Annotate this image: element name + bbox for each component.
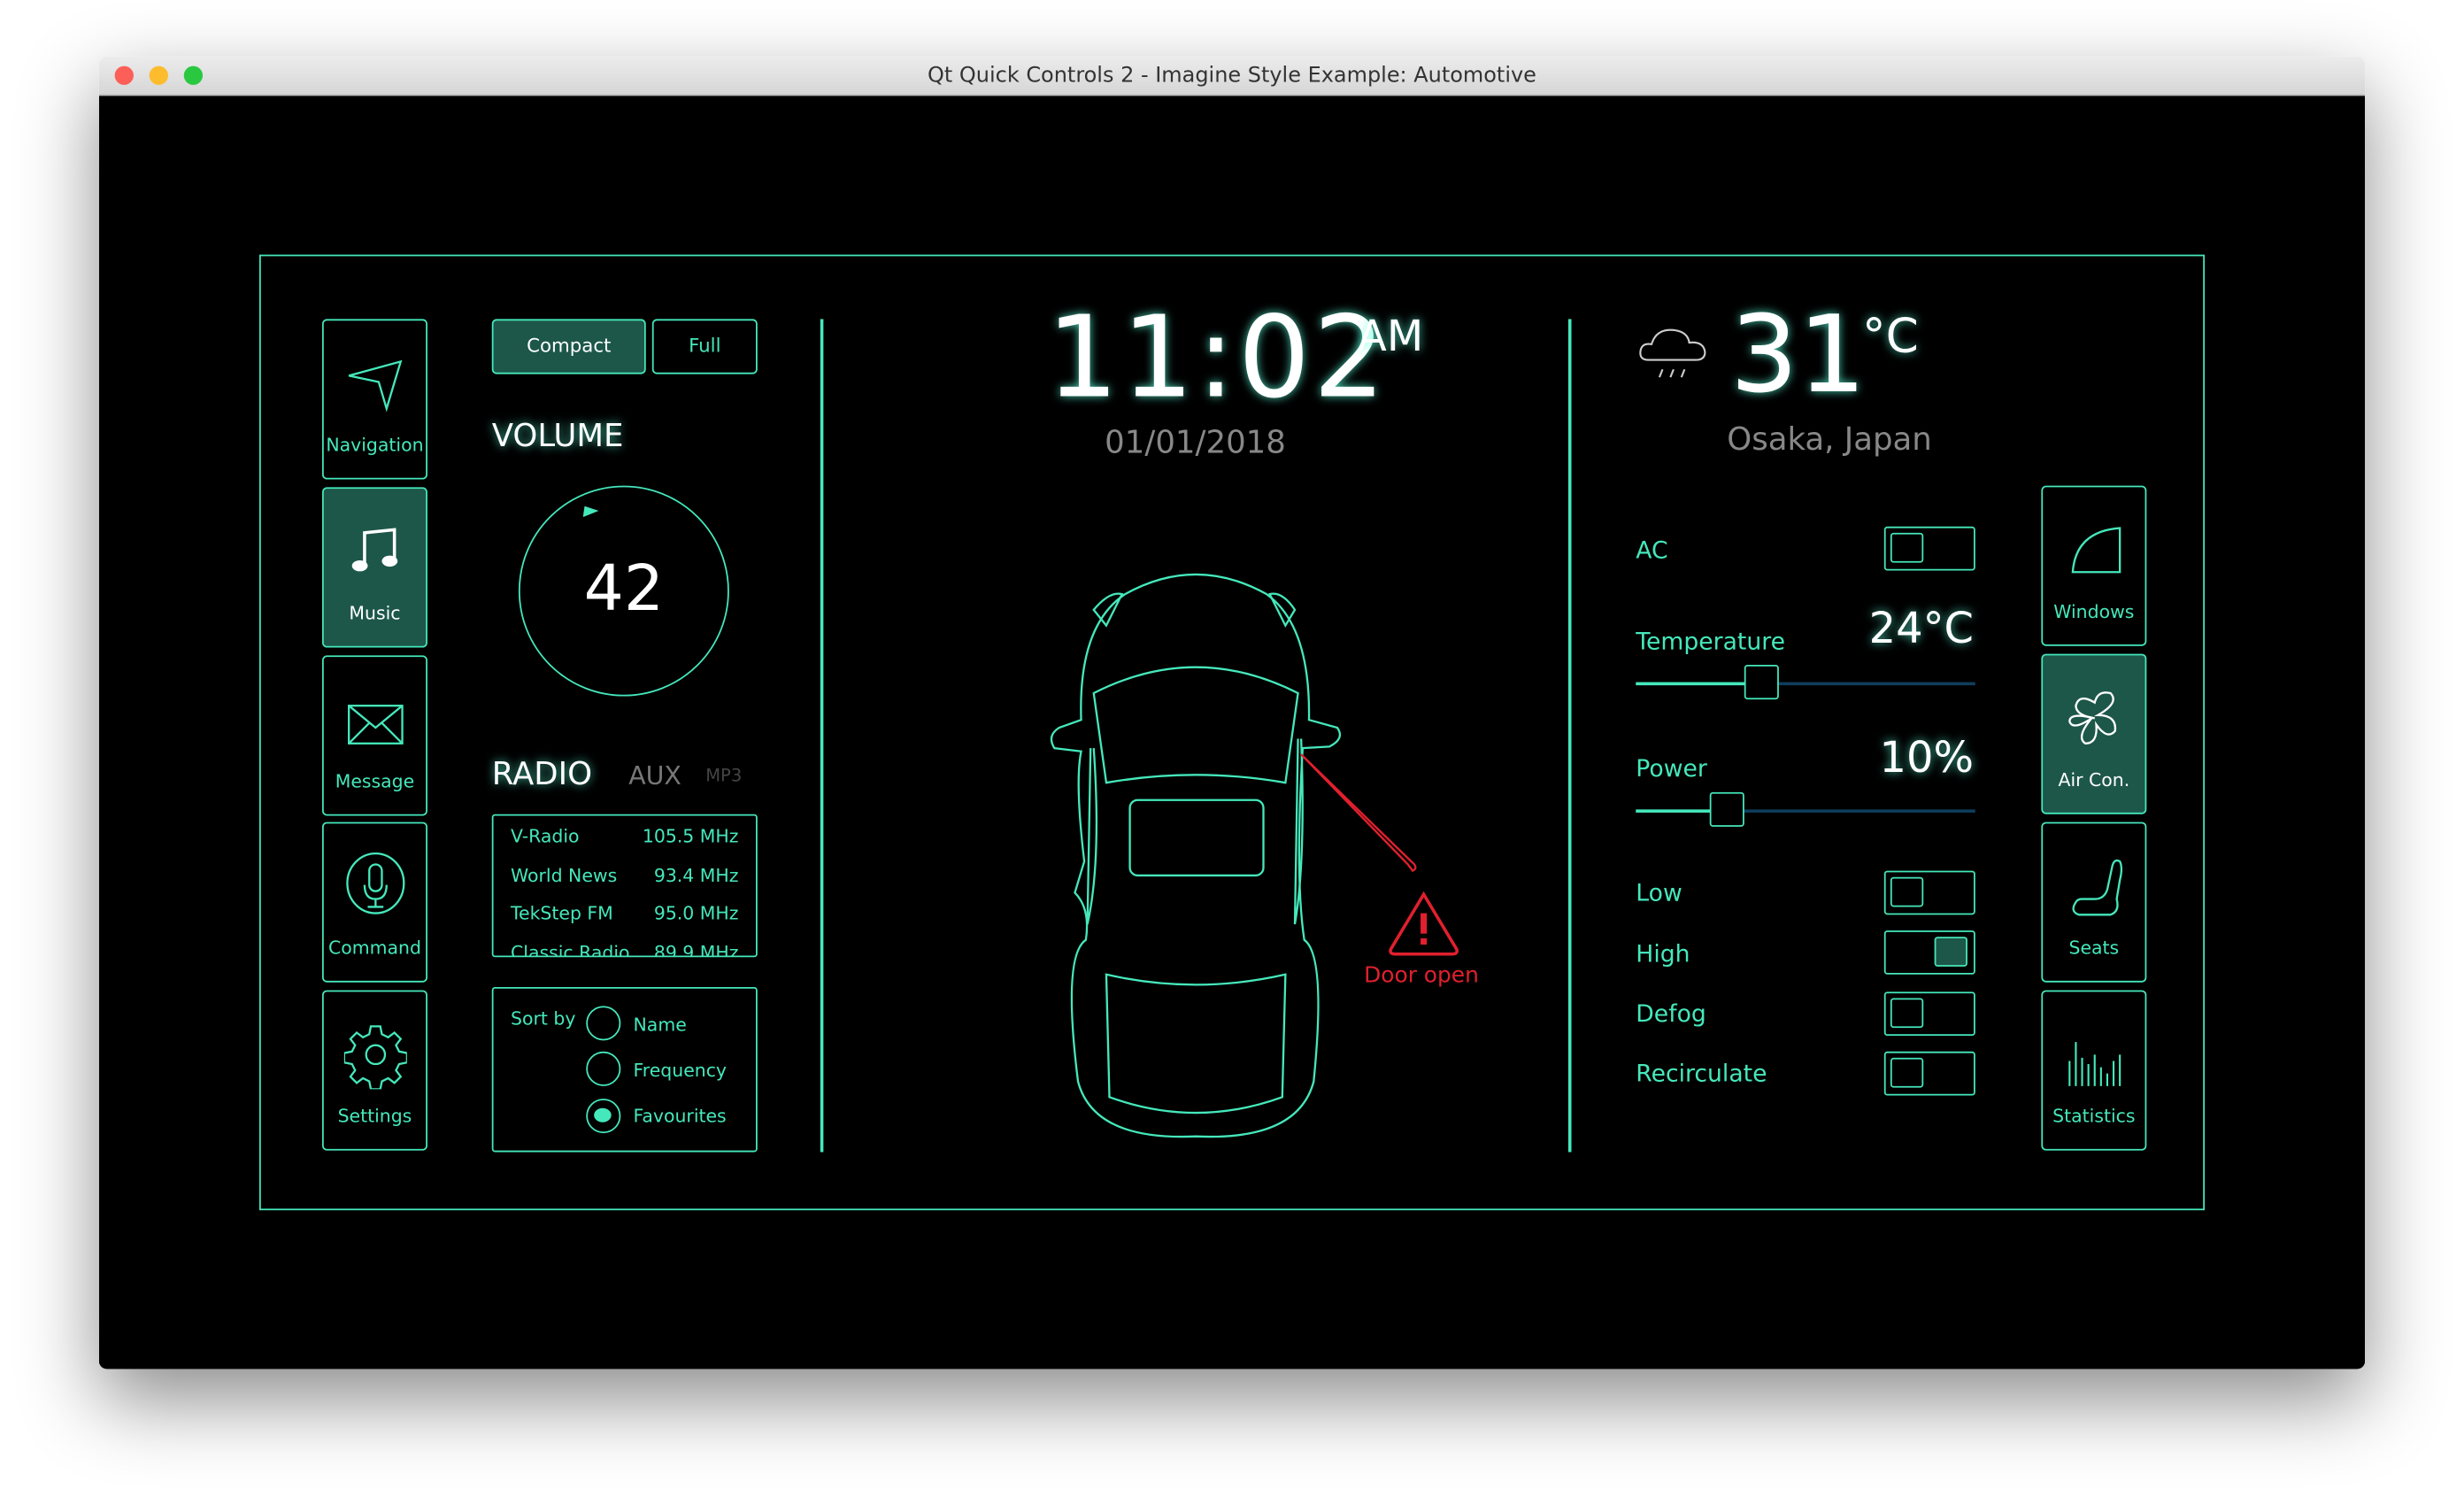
statistics-bars-icon [2068, 1042, 2121, 1086]
nav-message-button[interactable]: Message [321, 655, 427, 816]
recirculate-label: Recirculate [1636, 1059, 1767, 1088]
warning-triangle-icon [1389, 891, 1459, 956]
tab-mp3[interactable]: MP3 [705, 766, 742, 786]
window-icon [2071, 527, 2121, 574]
compact-button[interactable]: Compact [491, 319, 646, 374]
nav-aircon-button[interactable]: Air Con. [2041, 653, 2147, 814]
weather-unit: °C [1861, 309, 1919, 365]
full-button[interactable]: Full [651, 319, 758, 374]
ac-label: AC [1636, 536, 1668, 565]
sort-frequency-radio[interactable] [586, 1051, 621, 1086]
temperature-slider[interactable] [1636, 665, 1975, 700]
tab-radio[interactable]: RADIO [492, 754, 592, 792]
open-door-line [1300, 753, 1417, 873]
nav-settings-button[interactable]: Settings [321, 990, 427, 1151]
envelope-icon [348, 705, 404, 744]
minimize-button[interactable] [149, 66, 168, 85]
low-switch[interactable] [1883, 870, 1975, 915]
app-window: Qt Quick Controls 2 - Imagine Style Exam… [98, 56, 2366, 1369]
volume-value: 42 [583, 552, 665, 626]
station-list[interactable]: V-Radio 105.5 MHz World News 93.4 MHz TekS… [491, 814, 758, 958]
nav-label: Statistics [2052, 1105, 2136, 1128]
clock-ampm: AM [1358, 312, 1424, 362]
sort-option-label: Frequency [633, 1059, 728, 1082]
defog-switch[interactable] [1883, 991, 1975, 1037]
title-bar: Qt Quick Controls 2 - Imagine Style Exam… [98, 56, 2366, 96]
clock-time: 11:02 [1046, 290, 1389, 423]
door-open-alert: Door open [1364, 963, 1479, 989]
microphone-icon [346, 852, 405, 914]
ac-switch[interactable] [1883, 526, 1975, 571]
gear-icon [343, 1025, 407, 1090]
nav-label: Air Con. [2058, 768, 2130, 791]
low-label: Low [1636, 878, 1682, 907]
nav-label: Settings [337, 1105, 412, 1128]
nav-label: Music [349, 602, 401, 624]
sort-option-label: Favourites [633, 1105, 727, 1128]
dashboard-panel: Navigation Music Message Command Setting… [258, 254, 2206, 1211]
nav-navigation-button[interactable]: Navigation [321, 319, 427, 480]
volume-title: VOLUME [491, 416, 624, 455]
divider [820, 319, 823, 1153]
nav-seats-button[interactable]: Seats [2041, 822, 2147, 983]
station-row[interactable]: World News 93.4 MHz [511, 857, 738, 895]
recirculate-switch[interactable] [1883, 1051, 1975, 1096]
clock-date: 01/01/2018 [1105, 422, 1286, 461]
nav-music-button[interactable]: Music [321, 487, 427, 648]
power-value: 10% [1879, 734, 1975, 783]
seat-icon [2072, 859, 2123, 916]
navigation-arrow-icon [348, 359, 403, 413]
sort-name-radio[interactable] [586, 1006, 621, 1041]
nav-command-button[interactable]: Command [321, 822, 427, 983]
power-label: Power [1636, 754, 1707, 783]
sort-panel: Sort by Name Frequency Favourites [491, 987, 758, 1153]
weather-temp: 31 [1729, 294, 1867, 419]
nav-label: Navigation [326, 434, 424, 456]
sort-option-label: Name [633, 1014, 687, 1037]
power-slider[interactable] [1636, 791, 1975, 827]
nav-label: Message [335, 769, 415, 792]
sort-favourites-radio[interactable] [586, 1099, 621, 1134]
nav-label: Command [327, 937, 421, 960]
rain-cloud-icon [1639, 328, 1706, 378]
volume-dial[interactable]: 42 [518, 485, 729, 697]
nav-label: Windows [2053, 600, 2135, 623]
fan-icon [2068, 691, 2117, 744]
station-row[interactable]: TekStep FM 95.0 MHz [511, 894, 738, 932]
nav-label: Seats [2068, 937, 2120, 960]
tab-aux[interactable]: AUX [628, 760, 681, 791]
window-title: Qt Quick Controls 2 - Imagine Style Exam… [928, 63, 1536, 89]
station-row[interactable]: V-Radio 105.5 MHz [511, 817, 738, 855]
divider [1567, 319, 1571, 1153]
temperature-label: Temperature [1636, 627, 1786, 656]
zoom-button[interactable] [183, 66, 204, 85]
station-row[interactable]: Classic Radio 89.9 MHz [511, 934, 738, 956]
dial-indicator-icon [582, 505, 599, 518]
nav-statistics-button[interactable]: Statistics [2041, 990, 2147, 1151]
high-label: High [1636, 939, 1690, 968]
slider-handle[interactable] [1710, 791, 1745, 827]
music-note-icon [351, 528, 398, 572]
close-button[interactable] [114, 66, 134, 85]
weather-location: Osaka, Japan [1727, 420, 1932, 458]
sort-label: Sort by [511, 1007, 576, 1030]
nav-windows-button[interactable]: Windows [2041, 485, 2147, 646]
dashboard: Navigation Music Message Command Setting… [98, 96, 2366, 1369]
temperature-value: 24°C [1868, 605, 1975, 654]
high-switch[interactable] [1883, 930, 1975, 975]
defog-label: Defog [1636, 999, 1706, 1029]
slider-handle[interactable] [1744, 665, 1779, 700]
slider-fill [1636, 682, 1762, 685]
